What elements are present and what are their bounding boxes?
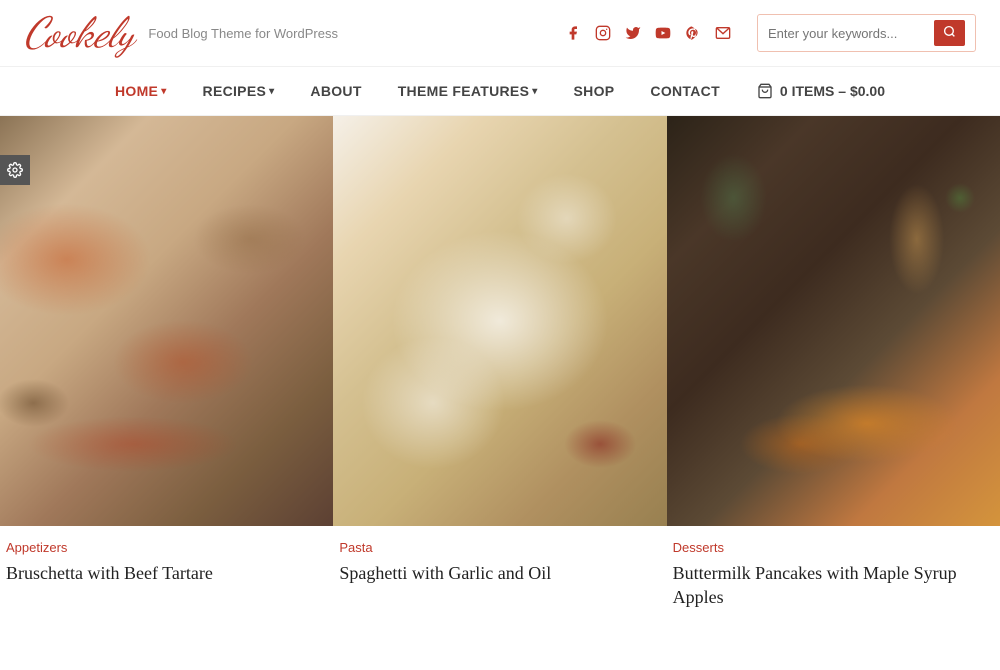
cart-icon [756, 83, 774, 99]
logo-tagline: Food Blog Theme for WordPress [148, 26, 338, 41]
nav-item-theme-features[interactable]: THEME FEATURES ▾ [380, 67, 556, 115]
nav-item-contact[interactable]: CONTACT [632, 67, 738, 115]
nav-cart[interactable]: 0 ITEMS – $0.00 [738, 67, 903, 115]
youtube-icon[interactable] [653, 23, 673, 43]
header-right [563, 14, 976, 52]
gear-button[interactable] [0, 155, 30, 185]
logo-area: Cookely Food Blog Theme for WordPress [24, 12, 338, 54]
card-image-pancakes [667, 116, 1000, 526]
card-image-spaghetti [333, 116, 666, 526]
instagram-icon[interactable] [593, 23, 613, 43]
card-spaghetti[interactable]: Pasta Spaghetti with Garlic and Oil [333, 116, 666, 620]
card-category-spaghetti[interactable]: Pasta [339, 540, 660, 555]
facebook-icon[interactable] [563, 23, 583, 43]
search-bar [757, 14, 976, 52]
card-body-bruschetta: Appetizers Bruschetta with Beef Tartare [0, 526, 333, 595]
twitter-icon[interactable] [623, 23, 643, 43]
social-icons [563, 23, 733, 43]
search-input[interactable] [768, 26, 928, 41]
card-bruschetta[interactable]: Appetizers Bruschetta with Beef Tartare [0, 116, 333, 620]
logo-text: Cookely [24, 12, 134, 54]
search-button[interactable] [934, 20, 965, 46]
chevron-down-icon: ▾ [532, 86, 537, 97]
nav-item-shop[interactable]: SHOP [556, 67, 633, 115]
card-body-spaghetti: Pasta Spaghetti with Garlic and Oil [333, 526, 666, 595]
card-title-pancakes[interactable]: Buttermilk Pancakes with Maple Syrup App… [673, 561, 994, 610]
chevron-down-icon: ▾ [161, 86, 166, 97]
content-grid: Appetizers Bruschetta with Beef Tartare … [0, 116, 1000, 620]
pinterest-icon[interactable] [683, 23, 703, 43]
nav-item-home[interactable]: HOME ▾ [97, 67, 185, 115]
chevron-down-icon: ▾ [269, 86, 274, 97]
card-pancakes[interactable]: Desserts Buttermilk Pancakes with Maple … [667, 116, 1000, 620]
card-body-pancakes: Desserts Buttermilk Pancakes with Maple … [667, 526, 1000, 620]
main-nav: HOME ▾ RECIPES ▾ ABOUT THEME FEATURES ▾ … [0, 67, 1000, 116]
nav-item-recipes[interactable]: RECIPES ▾ [185, 67, 293, 115]
card-title-bruschetta[interactable]: Bruschetta with Beef Tartare [6, 561, 327, 585]
nav-item-about[interactable]: ABOUT [292, 67, 379, 115]
logo[interactable]: Cookely [24, 12, 134, 54]
card-category-bruschetta[interactable]: Appetizers [6, 540, 327, 555]
cart-label: 0 ITEMS – $0.00 [780, 83, 885, 99]
email-icon[interactable] [713, 23, 733, 43]
card-category-pancakes[interactable]: Desserts [673, 540, 994, 555]
card-title-spaghetti[interactable]: Spaghetti with Garlic and Oil [339, 561, 660, 585]
card-image-bruschetta [0, 116, 333, 526]
site-header: Cookely Food Blog Theme for WordPress [0, 0, 1000, 67]
